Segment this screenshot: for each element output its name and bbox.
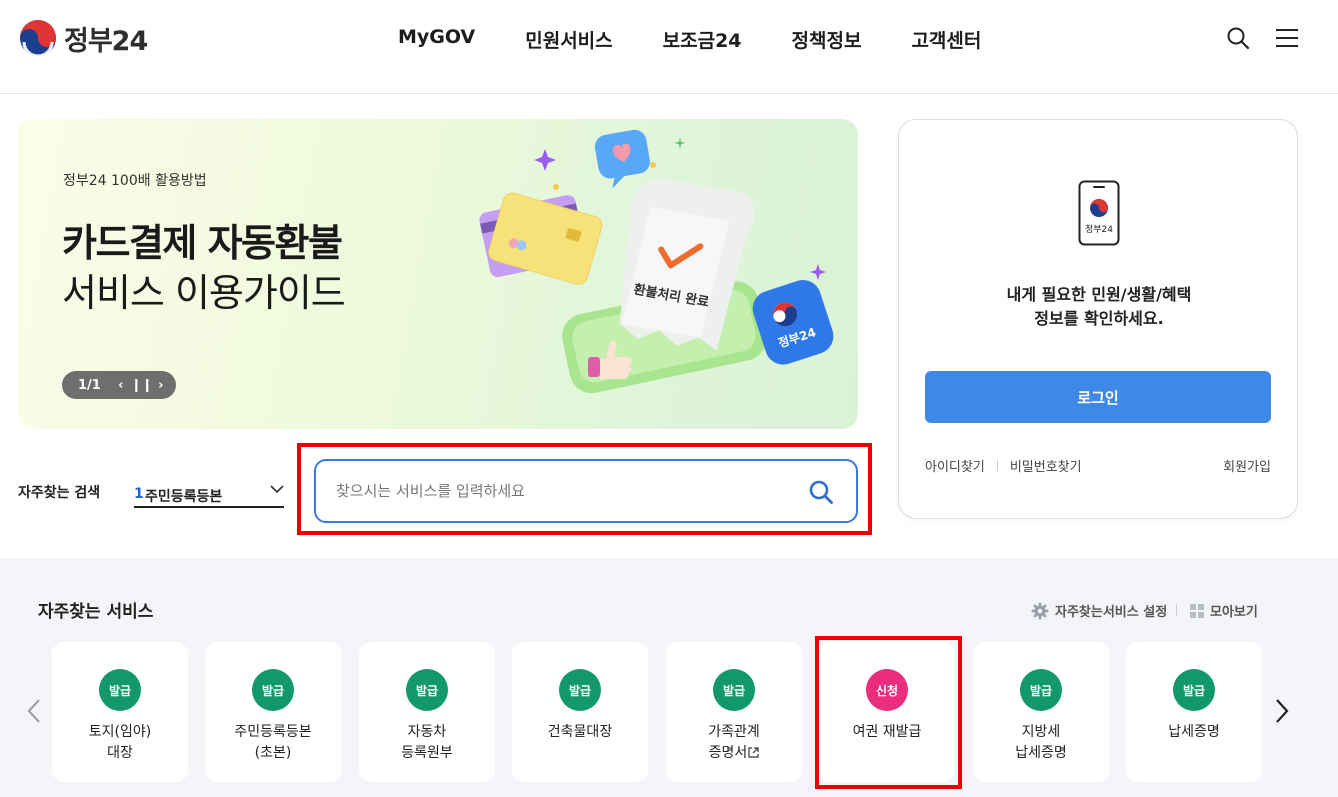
search-icon[interactable] xyxy=(1226,26,1250,50)
find-id-link[interactable]: 아이디찾기 xyxy=(925,456,985,475)
banner-pause-button[interactable]: ❙❙ xyxy=(131,378,153,393)
banner-title-regular: 서비스 이용가이드 xyxy=(62,271,346,315)
service-card-vehicle-register[interactable]: 발급 자동차 등록원부 xyxy=(359,642,495,782)
login-card: 정부24 내게 필요한 민원/생활/혜택 정보를 확인하세요. 로그인 아이디찾… xyxy=(898,119,1298,519)
chevron-down-icon xyxy=(270,485,284,494)
card-label-line1: 건축물대장 xyxy=(547,724,613,740)
card-label-line1: 지방세 xyxy=(1021,724,1061,740)
grid-icon xyxy=(1190,603,1204,618)
banner-controls: 1/1 ‹ ❙❙ › xyxy=(62,371,176,399)
issue-badge: 발급 xyxy=(1173,669,1215,711)
card-label-line2: 증명서 xyxy=(666,743,802,764)
service-settings-button[interactable]: 자주찾는서비스 설정 xyxy=(1031,601,1167,620)
logo-text: 정부24 xyxy=(64,25,148,57)
service-card-label: 자동차 등록원부 xyxy=(359,722,495,764)
main-nav: MyGOV 민원서비스 보조금24 정책정보 고객센터 xyxy=(398,26,1031,53)
service-card-label: 가족관계 증명서 xyxy=(666,722,802,764)
service-card-land-register[interactable]: 발급 토지(임야) 대장 xyxy=(52,642,188,782)
card-label-line2: 대장 xyxy=(107,745,133,761)
nav-policy-info[interactable]: 정책정보 xyxy=(792,26,862,53)
banner-prev-button[interactable]: ‹ xyxy=(111,378,131,393)
carousel-prev-icon[interactable] xyxy=(26,698,42,724)
issue-badge: 발급 xyxy=(1020,669,1062,711)
passport-highlight-box xyxy=(815,636,962,789)
card-label-line2: (초본) xyxy=(254,745,292,761)
issue-badge: 발급 xyxy=(406,669,448,711)
view-all-label: 모아보기 xyxy=(1210,605,1258,620)
nav-civil-service[interactable]: 민원서비스 xyxy=(525,26,612,53)
nav-subsidy24[interactable]: 보조금24 xyxy=(663,26,742,53)
nav-mygov[interactable]: MyGOV xyxy=(398,26,475,53)
popular-search-term: 주민등록등본 xyxy=(145,489,223,505)
site-header: 정부24 MyGOV 민원서비스 보조금24 정책정보 고객센터 xyxy=(0,0,1338,94)
nav-customer-center[interactable]: 고객센터 xyxy=(911,26,981,53)
issue-badge: 발급 xyxy=(99,669,141,711)
hamburger-menu-icon[interactable] xyxy=(1276,28,1298,48)
search-input[interactable] xyxy=(336,475,776,507)
gov24-logo[interactable]: 정부24 xyxy=(18,18,148,58)
sign-up-link[interactable]: 회원가입 xyxy=(1223,456,1271,475)
login-button[interactable]: 로그인 xyxy=(925,371,1271,423)
card-label-line1: 주민등록등본 xyxy=(234,724,312,740)
banner-title-bold: 카드결제 자동환불 xyxy=(62,221,343,265)
phone-label: 정부24 xyxy=(1085,224,1113,235)
popular-search-label: 자주찾는 검색 xyxy=(18,485,101,501)
service-card-label: 지방세 납세증명 xyxy=(973,722,1109,764)
card-label-line1: 납세증명 xyxy=(1168,724,1220,740)
card-label-line2: 등록원부 xyxy=(401,745,453,761)
banner-subtitle: 정부24 100배 활용방법 xyxy=(63,173,207,189)
card-label-line2-text: 증명서 xyxy=(708,745,748,761)
view-all-button[interactable]: 모아보기 xyxy=(1190,601,1258,620)
banner-next-button[interactable]: › xyxy=(151,378,171,393)
card-label-line1: 가족관계 xyxy=(708,724,760,740)
find-password-link[interactable]: 비밀번호찾기 xyxy=(1010,456,1082,475)
service-card-label: 납세증명 xyxy=(1126,722,1262,743)
card-label-line1: 자동차 xyxy=(407,724,447,740)
external-link-icon xyxy=(748,747,759,758)
card-label-line1: 토지(임야) xyxy=(88,724,152,740)
card-label-line2: 납세증명 xyxy=(1015,745,1067,761)
frequent-services-section: 자주찾는 서비스 자주찾는서비스 설정 모아보기 발급 토지(임야) 대장 발급… xyxy=(0,558,1338,797)
login-message: 내게 필요한 민원/생활/혜택 정보를 확인하세요. xyxy=(899,283,1299,331)
promo-banner[interactable]: 정부24 100배 활용방법 카드결제 자동환불 서비스 이용가이드 1/1 ‹… xyxy=(18,119,858,429)
link-divider xyxy=(996,460,998,471)
frequent-services-title: 자주찾는 서비스 xyxy=(38,602,154,622)
gear-icon xyxy=(1031,602,1049,619)
popular-search-dropdown[interactable]: 1 주민등록등본 xyxy=(134,480,284,508)
login-links: 아이디찾기 비밀번호찾기 xyxy=(925,456,1082,475)
banner-page-indicator: 1/1 xyxy=(78,377,101,393)
service-card-tax-certificate[interactable]: 발급 납세증명 xyxy=(1126,642,1262,782)
service-card-label: 건축물대장 xyxy=(512,722,648,743)
service-card-local-tax-certificate[interactable]: 발급 지방세 납세증명 xyxy=(973,642,1109,782)
search-submit-icon[interactable] xyxy=(808,479,834,505)
search-box xyxy=(314,459,858,523)
service-card-building-register[interactable]: 발급 건축물대장 xyxy=(512,642,648,782)
issue-badge: 발급 xyxy=(713,669,755,711)
issue-badge: 발급 xyxy=(252,669,294,711)
taegeuk-logo-icon xyxy=(20,20,56,58)
service-card-label: 주민등록등본 (초본) xyxy=(205,722,341,764)
login-message-line2: 정보를 확인하세요. xyxy=(1034,309,1164,328)
refund-illustration: 환불처리 완료 정부24 xyxy=(479,129,834,394)
service-card-resident-registration[interactable]: 발급 주민등록등본 (초본) xyxy=(205,642,341,782)
popular-search-rank: 1 xyxy=(134,486,144,502)
settings-divider xyxy=(1176,604,1177,616)
service-card-label: 토지(임야) 대장 xyxy=(52,722,188,764)
issue-badge: 발급 xyxy=(559,669,601,711)
service-settings-label: 자주찾는서비스 설정 xyxy=(1055,605,1168,620)
login-message-line1: 내게 필요한 민원/생활/혜택 xyxy=(1006,285,1192,304)
mobile-gov24-icon: 정부24 xyxy=(1078,180,1120,246)
carousel-next-icon[interactable] xyxy=(1274,698,1290,724)
service-card-family-relation[interactable]: 발급 가족관계 증명서 xyxy=(666,642,802,782)
